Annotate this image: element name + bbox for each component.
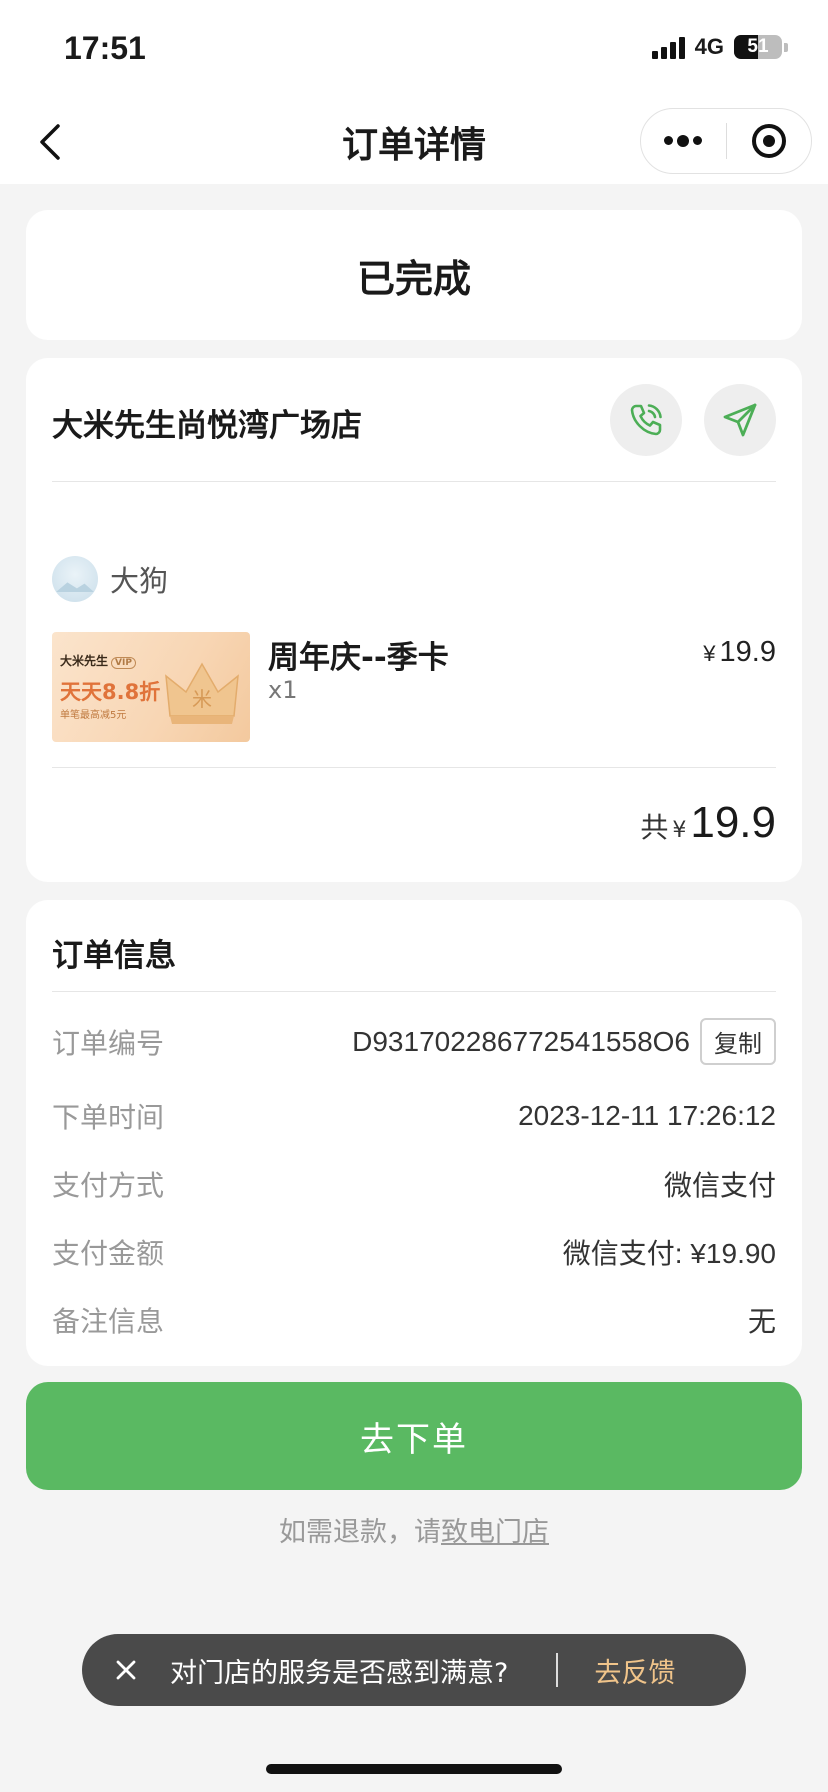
order-info-title: 订单信息 <box>52 938 176 974</box>
close-button[interactable] <box>727 109 812 173</box>
battery-tip <box>784 42 788 52</box>
navigation-arrow-icon <box>723 403 757 437</box>
status-indicators: 4G 51 <box>651 34 788 60</box>
call-store-button[interactable] <box>610 384 682 456</box>
signal-icon <box>651 35 685 59</box>
target-icon <box>751 124 786 158</box>
battery-level: 51 <box>747 36 769 57</box>
info-value: 2023-12-11 17:26:12 <box>518 1100 776 1131</box>
refund-prefix: 如需退款，请 <box>279 1517 441 1548</box>
total-label: 共 <box>640 811 669 844</box>
order-number-value: D931702286772541558O6 <box>352 1025 690 1057</box>
order-info-card: 订单信息 订单编号 D931702286772541558O6 复制 下单时间 … <box>26 900 802 1366</box>
info-label: 支付金额 <box>52 1237 165 1270</box>
store-name: 大米先生尚悦湾广场店 <box>52 408 362 444</box>
call-store-link[interactable]: 致电门店 <box>441 1517 549 1548</box>
toast-close-button[interactable] <box>82 1634 170 1706</box>
mini-program-capsule <box>640 108 812 174</box>
info-value: 微信支付: ¥19.90 <box>562 1238 776 1269</box>
product-image-brand: 大米先生 VIP <box>60 652 136 669</box>
product-image-headline: 天天8.8折 <box>60 680 161 704</box>
crown-icon: 米 <box>165 662 239 724</box>
total-currency: ¥ <box>672 818 687 843</box>
divider <box>52 767 776 768</box>
more-button[interactable] <box>641 109 726 173</box>
info-row-order-time: 下单时间 2023-12-11 17:26:12 <box>52 1096 776 1136</box>
info-row-payment-amount: 支付金额 微信支付: ¥19.90 <box>52 1232 776 1272</box>
product-image: 大米先生 VIP 天天8.8折 单笔最高减5元 米 <box>52 632 250 742</box>
store-card: 大米先生尚悦湾广场店 大狗 大米先生 VIP 天天8.8折 单笔最高减5元 米 周… <box>26 358 802 882</box>
toast-text: 对门店的服务是否感到满意? <box>170 1657 509 1689</box>
user-row: 大狗 <box>52 556 168 602</box>
refund-note: 如需退款，请致电门店 <box>0 1510 828 1549</box>
close-icon <box>116 1660 136 1680</box>
info-value: 无 <box>747 1306 776 1337</box>
battery-icon: 51 <box>734 35 782 59</box>
info-value: 微信支付 <box>663 1170 776 1201</box>
network-type: 4G <box>694 34 724 59</box>
currency-symbol: ¥ <box>703 641 716 666</box>
status-bar: 17:51 4G 51 <box>0 0 828 100</box>
info-row-remarks: 备注信息 无 <box>52 1300 776 1340</box>
info-row-payment-method: 支付方式 微信支付 <box>52 1164 776 1204</box>
info-label: 下单时间 <box>52 1101 165 1134</box>
info-row-order-number: 订单编号 D931702286772541558O6 复制 <box>52 1018 776 1065</box>
home-indicator <box>266 1764 562 1774</box>
nav-bar: 订单详情 <box>0 100 828 184</box>
order-total: 共 ¥ 19.9 <box>640 798 776 848</box>
feedback-toast: 对门店的服务是否感到满意? 去反馈 <box>82 1634 746 1706</box>
toast-divider <box>556 1653 559 1687</box>
order-number: D931702286772541558O6 复制 <box>352 1018 776 1065</box>
svg-text:米: 米 <box>192 687 212 711</box>
feedback-link[interactable]: 去反馈 <box>594 1651 675 1690</box>
copy-button[interactable]: 复制 <box>700 1018 776 1065</box>
product-quantity: x1 <box>268 676 298 704</box>
info-label: 备注信息 <box>52 1305 165 1338</box>
divider <box>52 991 776 992</box>
info-label: 订单编号 <box>52 1026 165 1060</box>
price-value: 19.9 <box>719 636 776 668</box>
order-status: 已完成 <box>356 256 471 301</box>
navigate-store-button[interactable] <box>704 384 776 456</box>
user-name: 大狗 <box>110 564 169 598</box>
reorder-button[interactable]: 去下单 <box>26 1382 802 1490</box>
order-status-card: 已完成 <box>26 210 802 340</box>
more-dots-icon <box>664 134 703 147</box>
phone-icon <box>630 404 662 436</box>
info-label: 支付方式 <box>52 1169 165 1202</box>
product-price: ¥19.9 <box>703 636 776 669</box>
avatar <box>52 556 98 602</box>
product-image-subtext: 单笔最高减5元 <box>60 710 127 721</box>
divider <box>52 481 776 482</box>
product-name: 周年庆--季卡 <box>268 640 449 676</box>
status-time: 17:51 <box>64 30 146 66</box>
total-amount: 19.9 <box>690 798 776 847</box>
